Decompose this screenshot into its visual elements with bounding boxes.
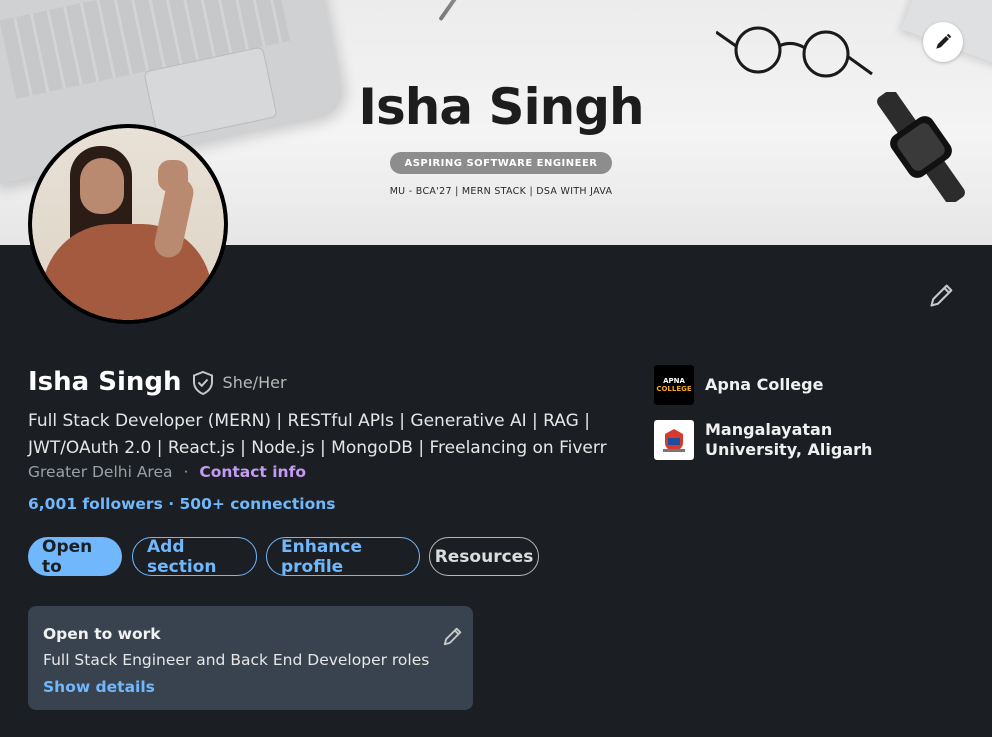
verified-shield-icon[interactable] [191, 370, 215, 396]
banner-subline: MU - BCA'27 | MERN STACK | DSA WITH JAVA [389, 186, 613, 197]
banner-name: Isha Singh [358, 78, 644, 136]
enhance-profile-button[interactable]: Enhance profile [266, 537, 420, 577]
open-to-work-title: Open to work [43, 625, 161, 643]
banner-tagline: ASPIRING SOFTWARE ENGINEER [390, 152, 612, 174]
watch-graphic [877, 92, 965, 202]
pencil-icon [936, 33, 952, 49]
org-name: Apna College [705, 375, 824, 394]
glasses-graphic [716, 26, 873, 78]
open-to-work-description: Full Stack Engineer and Back End Develop… [43, 651, 430, 669]
apna-college-logo: APNA COLLEGE [654, 365, 694, 405]
followers-link[interactable]: 6,001 followers [28, 495, 163, 513]
add-section-button[interactable]: Add section [132, 537, 257, 577]
org-name: Mangalayatan University, Aligarh [705, 420, 873, 459]
profile-photo[interactable] [28, 124, 228, 324]
edit-open-to-work-button[interactable] [442, 625, 464, 651]
profile-headline: Full Stack Developer (MERN) | RESTful AP… [28, 411, 607, 458]
location-row: Greater Delhi Area · Contact info [28, 463, 306, 481]
open-to-work-card: Open to work Full Stack Engineer and Bac… [28, 606, 473, 710]
pencil-icon [930, 284, 953, 307]
edit-banner-button[interactable] [923, 22, 963, 62]
org-apna-college[interactable]: APNA COLLEGE Apna College [654, 365, 925, 405]
connections-link[interactable]: 500+ connections [180, 495, 336, 513]
pronouns: She/Her [222, 372, 287, 392]
network-separator: · [168, 495, 175, 513]
edit-intro-button[interactable] [928, 281, 956, 313]
location: Greater Delhi Area [28, 463, 173, 481]
profile-name: Isha Singh [28, 367, 182, 397]
open-to-button[interactable]: Open to [28, 537, 122, 577]
resources-button[interactable]: Resources [429, 537, 539, 576]
contact-info-link[interactable]: Contact info [199, 463, 306, 481]
show-details-link[interactable]: Show details [43, 678, 155, 696]
pencil-icon [443, 627, 462, 646]
network-row: 6,001 followers · 500+ connections [28, 495, 335, 513]
location-separator: · [183, 463, 189, 481]
pen-graphic [438, 0, 497, 22]
org-mangalayatan-university[interactable]: Mangalayatan University, Aligarh [654, 420, 925, 460]
name-row: Isha Singh She/Her [28, 367, 287, 397]
university-logo [654, 420, 694, 460]
